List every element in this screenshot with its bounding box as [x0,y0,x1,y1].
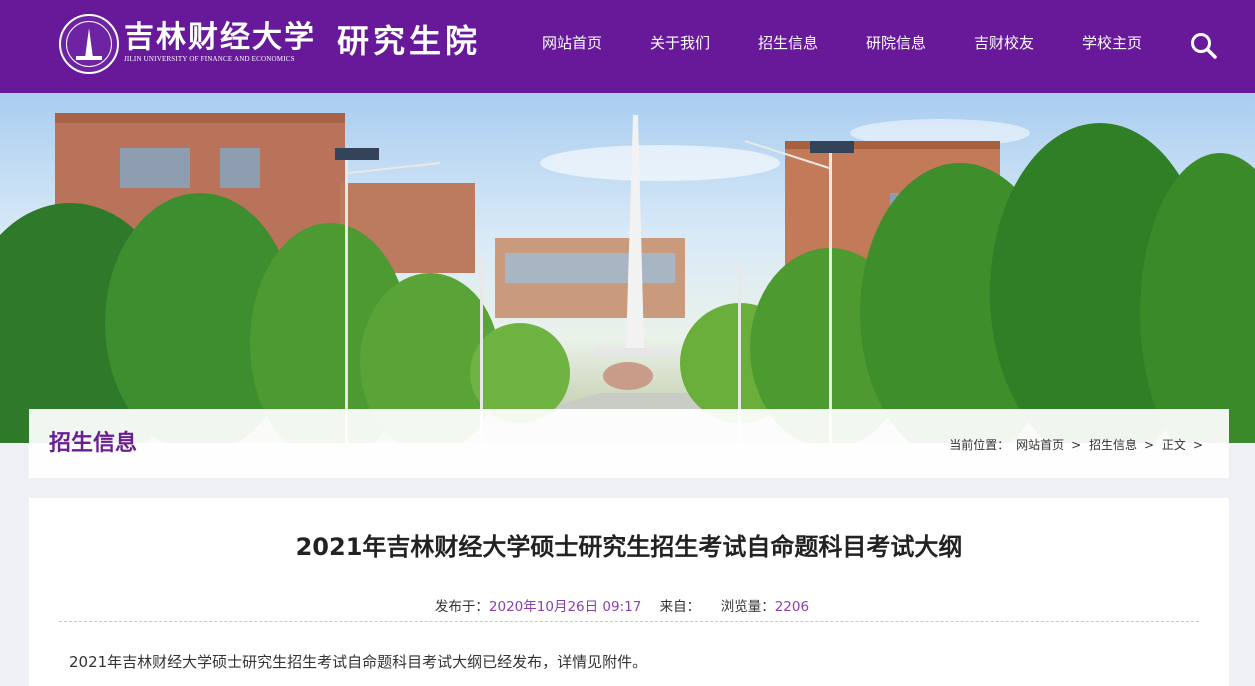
breadcrumb-item-article[interactable]: 正文 [1162,438,1186,452]
breadcrumb-item-home[interactable]: 网站首页 [1016,438,1064,452]
section-header-bar: 招生信息 当前位置： 网站首页 > 招生信息 > 正文 > [29,409,1229,478]
site-name[interactable]: 研究生院 [337,20,481,62]
nav-item-graduate-info[interactable]: 研院信息 [842,0,950,93]
article-meta: 发布于：2020年10月26日 09:17 来自： 浏览量：2206 [29,595,1229,615]
nav-item-alumni[interactable]: 吉财校友 [950,0,1058,93]
university-english-name: JILIN UNIVERSITY OF FINANCE AND ECONOMIC… [124,55,295,63]
nav-item-home[interactable]: 网站首页 [518,0,626,93]
published-label: 发布于： [434,599,489,615]
meta-divider [59,621,1199,622]
article-title: 2021年吉林财经大学硕士研究生招生考试自命题科目考试大纲 [295,533,963,561]
source-label: 来自： [659,599,701,615]
university-seal-logo[interactable] [59,14,119,74]
breadcrumb-item-admissions[interactable]: 招生信息 [1089,438,1137,452]
section-title: 招生信息 [49,431,138,456]
breadcrumb-separator: > [1071,438,1082,452]
nav-item-school-home[interactable]: 学校主页 [1058,0,1166,93]
nav-item-about[interactable]: 关于我们 [626,0,734,93]
nav-item-admissions[interactable]: 招生信息 [734,0,842,93]
published-value: 2020年10月26日 09:17 [488,599,642,615]
breadcrumb: 当前位置： 网站首页 > 招生信息 > 正文 > [949,436,1207,453]
main-nav: 网站首页 关于我们 招生信息 研院信息 吉财校友 学校主页 [518,0,1166,93]
search-icon[interactable] [1188,30,1220,62]
site-header: 吉林财经大学 JILIN UNIVERSITY OF FINANCE AND E… [0,0,1255,93]
campus-banner-image [0,93,1255,443]
views-value: 2206 [774,599,810,615]
breadcrumb-separator: > [1144,438,1155,452]
seal-base [76,56,102,60]
article-panel: 2021年吉林财经大学硕士研究生招生考试自命题科目考试大纲 发布于：2020年1… [29,498,1229,686]
breadcrumb-prefix: 当前位置： [949,438,1010,452]
university-name[interactable]: 吉林财经大学 [124,18,314,58]
article-body: 2021年吉林财经大学硕士研究生招生考试自命题科目考试大纲已经发布，详情见附件。 [69,653,648,671]
breadcrumb-separator: > [1192,438,1203,452]
views-label: 浏览量： [720,599,775,615]
